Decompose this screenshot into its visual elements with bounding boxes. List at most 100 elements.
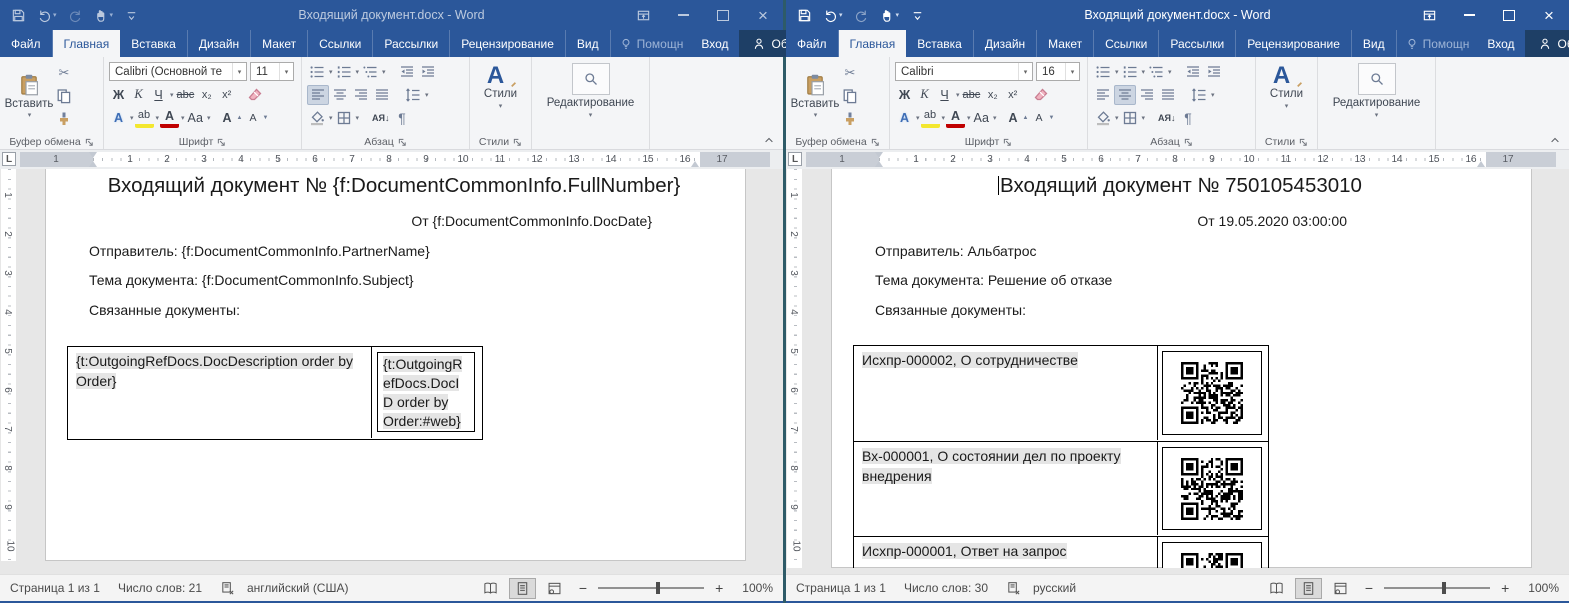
tab-insert[interactable]: Вставка	[906, 30, 974, 57]
increase-indent-button[interactable]	[418, 62, 438, 82]
doc-qr-cell[interactable]	[1158, 442, 1267, 535]
tab-view[interactable]: Вид	[566, 30, 611, 57]
multilevel-list-button[interactable]	[1146, 62, 1166, 82]
tab-view[interactable]: Вид	[1352, 30, 1397, 57]
tell-me-tab[interactable]: Помощн	[611, 30, 692, 57]
doc-description-cell[interactable]: Исхпр-000001, Ответ на запрос	[854, 537, 1158, 568]
proofing-status-icon[interactable]	[1006, 581, 1021, 596]
tab-mailings[interactable]: Рассылки	[373, 30, 450, 57]
styles-button[interactable]: А Стили ▾	[475, 64, 526, 110]
tell-me-tab[interactable]: Помощн	[1397, 30, 1478, 57]
cut-button[interactable]: ✂	[53, 62, 75, 83]
editing-dropdown[interactable]: Редактирование ▾	[537, 60, 644, 119]
ribbon-display-options-button[interactable]	[1409, 0, 1449, 30]
bold-button[interactable]: Ж	[109, 85, 128, 105]
zoom-level[interactable]: 100%	[742, 581, 773, 595]
page-indicator[interactable]: Страница 1 из 1	[10, 581, 100, 595]
highlight-color-button[interactable]: ab	[921, 108, 940, 128]
dialog-launcher-icon[interactable]	[513, 138, 522, 147]
hanging-indent-marker[interactable]	[875, 161, 883, 167]
tab-references[interactable]: Ссылки	[308, 30, 373, 57]
web-layout-button[interactable]	[541, 578, 568, 599]
close-button[interactable]: ×	[743, 0, 783, 30]
zoom-in-button[interactable]: +	[709, 580, 729, 596]
underline-button[interactable]: Ч	[149, 85, 168, 105]
show-marks-button[interactable]: ¶	[1179, 108, 1198, 128]
read-mode-button[interactable]	[477, 578, 504, 599]
related-docs-table[interactable]: {t:OutgoingRefDocs.DocDescription order …	[67, 346, 483, 440]
zoom-slider[interactable]	[598, 587, 704, 589]
document-page[interactable]: Входящий документ № {f:DocumentCommonInf…	[45, 169, 746, 561]
change-case-button[interactable]: Аа	[186, 108, 205, 128]
tab-references[interactable]: Ссылки	[1094, 30, 1159, 57]
right-indent-marker[interactable]	[691, 161, 699, 167]
align-left-button[interactable]	[1093, 85, 1113, 105]
sender-line[interactable]: Отправитель: Альбатрос	[875, 242, 1037, 261]
numbering-button[interactable]	[1120, 62, 1140, 82]
collapse-ribbon-button[interactable]	[763, 134, 775, 146]
decrease-indent-button[interactable]	[1183, 62, 1203, 82]
justify-button[interactable]	[1158, 85, 1178, 105]
subscript-button[interactable]: x₂	[983, 85, 1002, 105]
font-name-combo[interactable]: Calibri (Основной те▾	[109, 62, 247, 81]
print-layout-button[interactable]	[509, 578, 536, 599]
related-documents-label[interactable]: Связанные документы:	[875, 301, 1026, 320]
first-line-indent-marker[interactable]	[89, 152, 97, 158]
clear-formatting-button[interactable]	[1031, 85, 1051, 105]
date-line[interactable]: От {f:DocumentCommonInfo.DocDate}	[411, 212, 652, 231]
paste-button[interactable]: Вставить▾	[791, 60, 839, 131]
bullets-button[interactable]	[1093, 62, 1113, 82]
show-marks-button[interactable]: ¶	[393, 108, 412, 128]
line-spacing-button[interactable]	[403, 85, 423, 105]
styles-button[interactable]: А Стили ▾	[1261, 64, 1312, 110]
justify-button[interactable]	[372, 85, 392, 105]
dialog-launcher-icon[interactable]	[1003, 138, 1012, 147]
highlight-color-button[interactable]: ab	[135, 108, 154, 128]
tab-file[interactable]: Файл	[0, 30, 53, 57]
document-title[interactable]: Входящий документ № 750105453010	[875, 174, 1485, 198]
align-right-button[interactable]	[1137, 85, 1157, 105]
copy-button[interactable]	[839, 85, 861, 106]
align-center-button[interactable]	[1114, 85, 1136, 105]
tab-insert[interactable]: Вставка	[120, 30, 188, 57]
italic-button[interactable]: К	[129, 85, 148, 105]
strikethrough-button[interactable]: abc	[175, 85, 197, 105]
document-area[interactable]: 12345678910 Входящий документ № 75010545…	[786, 169, 1569, 574]
tab-design[interactable]: Дизайн	[188, 30, 251, 57]
zoom-level[interactable]: 100%	[1528, 581, 1559, 595]
zoom-slider-thumb[interactable]	[656, 582, 660, 594]
change-case-button[interactable]: Аа	[972, 108, 991, 128]
dialog-launcher-icon[interactable]	[871, 138, 880, 147]
strikethrough-button[interactable]: abc	[961, 85, 983, 105]
align-right-button[interactable]	[351, 85, 371, 105]
superscript-button[interactable]: x²	[1003, 85, 1022, 105]
doc-description-cell[interactable]: Вх-000001, О состоянии дел по проекту вн…	[854, 442, 1158, 535]
cut-button[interactable]: ✂	[839, 62, 861, 83]
customize-qat-button[interactable]	[906, 6, 929, 25]
close-button[interactable]: ×	[1529, 0, 1569, 30]
collapse-ribbon-button[interactable]	[1549, 134, 1561, 146]
tab-layout[interactable]: Макет	[251, 30, 308, 57]
dialog-launcher-icon[interactable]	[1184, 138, 1193, 147]
table-row[interactable]: Вх-000001, О состоянии дел по проекту вн…	[854, 442, 1268, 537]
bold-button[interactable]: Ж	[895, 85, 914, 105]
tab-home[interactable]: Главная	[839, 30, 907, 57]
bullets-button[interactable]	[307, 62, 327, 82]
doc-description-cell[interactable]: {t:OutgoingRefDocs.DocDescription order …	[68, 347, 372, 438]
dialog-launcher-icon[interactable]	[1299, 138, 1308, 147]
subject-line[interactable]: Тема документа: Решение об отказе	[875, 271, 1112, 290]
text-effects-button[interactable]: А	[109, 108, 128, 128]
tab-home[interactable]: Главная	[53, 30, 121, 57]
copy-button[interactable]	[53, 85, 75, 106]
share-button[interactable]: Общий доступ	[1525, 30, 1569, 57]
sort-button[interactable]: АЯ↓	[1156, 108, 1177, 128]
first-line-indent-marker[interactable]	[875, 152, 883, 158]
text-effects-button[interactable]: А	[895, 108, 914, 128]
date-line[interactable]: От 19.05.2020 03:00:00	[1197, 212, 1347, 231]
tab-stop-selector[interactable]: L	[2, 152, 16, 166]
superscript-button[interactable]: x²	[217, 85, 236, 105]
borders-button[interactable]	[334, 108, 354, 128]
zoom-out-button[interactable]: −	[573, 580, 593, 596]
doc-link-frame[interactable]: {t:OutgoingRefDocs.DocID order by Order:…	[377, 352, 475, 432]
editing-dropdown[interactable]: Редактирование ▾	[1323, 60, 1430, 119]
